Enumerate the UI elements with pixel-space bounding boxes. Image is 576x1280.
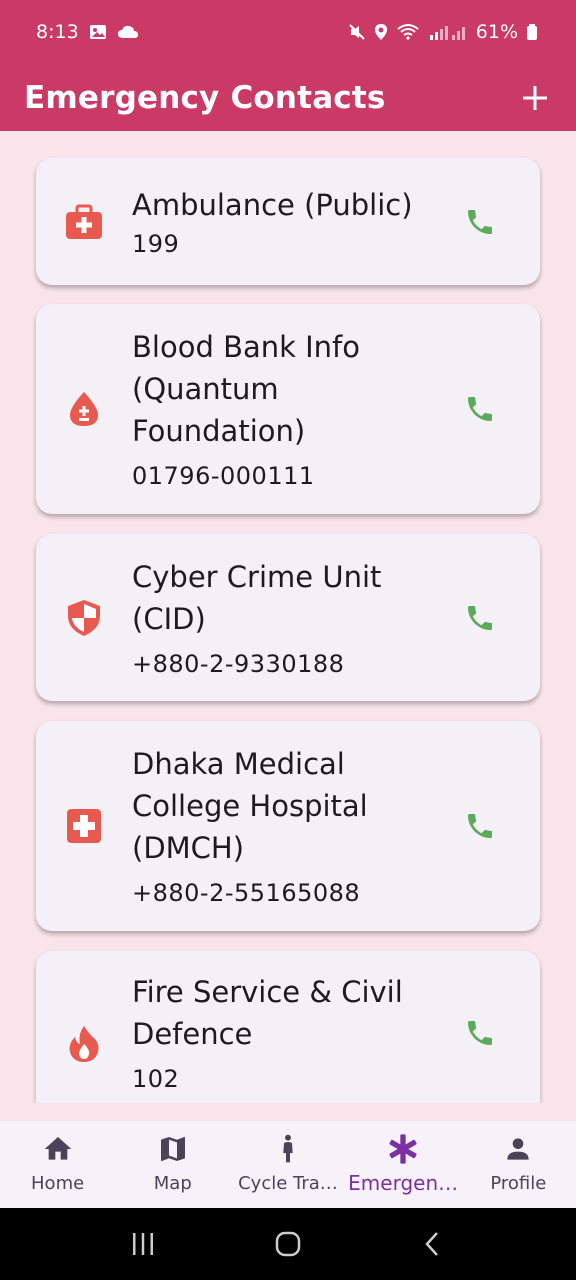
contact-card[interactable]: Fire Service & Civil Defence 102	[36, 951, 540, 1103]
contact-name: Blood Bank Info (Quantum Foundation)	[132, 330, 361, 448]
contact-phone: +880-2-55165088	[132, 879, 361, 907]
mute-icon	[349, 24, 365, 40]
home-icon	[44, 1137, 71, 1160]
phone-icon[interactable]	[464, 602, 496, 634]
fire-icon	[69, 1025, 99, 1062]
contact-name: Fire Service & Civil Defence	[132, 975, 403, 1051]
contact-name: Cyber Crime Unit (CID)	[132, 559, 382, 636]
bottom-navigation: Home Map Cycle Tra… Emergen… Profile	[0, 1121, 576, 1208]
status-bar: 8:13 61%	[0, 0, 576, 64]
contact-card[interactable]: Dhaka Medical College Hospital (DMCH) +8…	[36, 721, 540, 931]
phone-icon[interactable]	[464, 1017, 496, 1049]
contact-info: Dhaka Medical College Hospital (DMCH) +8…	[132, 743, 446, 909]
battery-percent: 61%	[475, 21, 518, 43]
contact-name: Dhaka Medical College Hospital (DMCH)	[132, 747, 368, 865]
shield-icon	[68, 599, 100, 636]
nav-home[interactable]: Home	[0, 1121, 115, 1208]
profile-icon	[507, 1138, 530, 1160]
add-contact-button[interactable]	[518, 79, 552, 117]
recent-apps-icon[interactable]	[128, 1229, 158, 1259]
phone-icon[interactable]	[464, 810, 496, 842]
nav-profile[interactable]: Profile	[461, 1121, 576, 1208]
phone-icon[interactable]	[464, 206, 496, 238]
contact-info: Fire Service & Civil Defence 102	[132, 971, 446, 1095]
blood-drop-icon	[70, 392, 98, 426]
cycle-tracker-icon	[283, 1134, 293, 1163]
contact-phone: 01796-000111	[132, 462, 315, 490]
wifi-icon	[397, 24, 419, 40]
contact-info: Cyber Crime Unit (CID) +880-2-9330188	[132, 556, 446, 680]
contact-card[interactable]: Ambulance (Public) 199	[36, 158, 540, 285]
nav-map[interactable]: Map	[115, 1121, 230, 1208]
plus-icon	[523, 85, 547, 110]
contact-list[interactable]: Ambulance (Public) 199 Blood Bank Info (…	[0, 131, 576, 1103]
status-time: 8:13	[36, 21, 79, 43]
medical-kit-icon	[66, 204, 102, 239]
system-navigation-bar	[0, 1208, 576, 1280]
signal-icon	[429, 26, 465, 40]
nav-label: Profile	[490, 1173, 547, 1194]
nav-label: Home	[31, 1173, 85, 1194]
home-button-icon[interactable]	[273, 1229, 303, 1259]
image-icon	[89, 25, 106, 39]
contact-card[interactable]: Cyber Crime Unit (CID) +880-2-9330188	[36, 534, 540, 701]
contact-phone: 199	[132, 229, 180, 258]
location-icon	[374, 24, 387, 40]
phone-icon[interactable]	[464, 393, 496, 425]
page-title: Emergency Contacts	[24, 79, 386, 116]
battery-icon	[527, 24, 537, 40]
nav-label: Emergen…	[348, 1171, 459, 1195]
hospital-cross-icon	[67, 809, 101, 843]
contact-name: Ambulance (Public)	[132, 187, 413, 222]
nav-cycle-tracker[interactable]: Cycle Tra…	[230, 1121, 345, 1208]
nav-label: Cycle Tra…	[238, 1173, 338, 1194]
nav-label: Map	[153, 1173, 192, 1194]
back-icon[interactable]	[418, 1229, 448, 1259]
contact-info: Blood Bank Info (Quantum Foundation) 017…	[132, 326, 446, 492]
cloud-icon	[117, 25, 138, 38]
app-bar: Emergency Contacts	[0, 64, 576, 131]
contact-phone: 102	[132, 1065, 180, 1093]
map-icon	[160, 1137, 185, 1161]
nav-emergency[interactable]: Emergen…	[346, 1121, 461, 1208]
contact-card[interactable]: Blood Bank Info (Quantum Foundation) 017…	[36, 304, 540, 514]
contact-info: Ambulance (Public) 199	[132, 184, 446, 260]
contact-phone: +880-2-9330188	[132, 649, 345, 678]
emergency-icon	[389, 1134, 417, 1164]
